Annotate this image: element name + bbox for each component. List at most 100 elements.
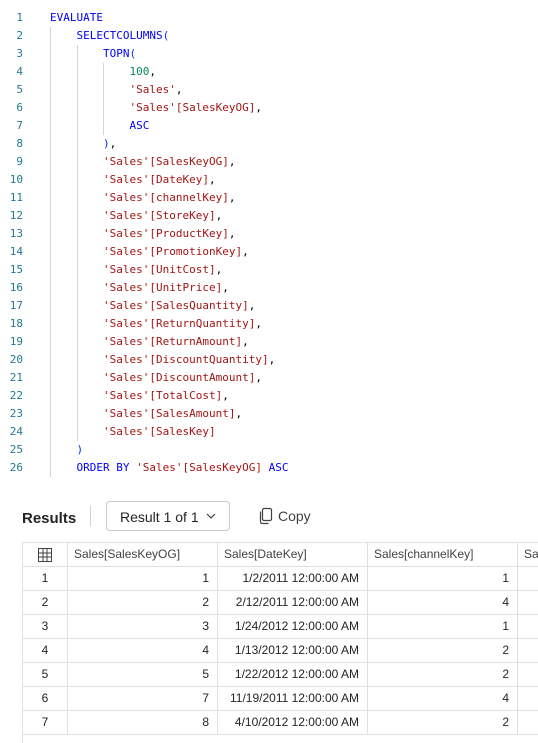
code-line[interactable]: 11 'Sales'[channelKey], [0, 189, 538, 207]
dax-query-editor[interactable]: 1 EVALUATE 2 SELECTCOLUMNS(3 TOPN(4 100, 5 'Sal… [0, 0, 538, 490]
grid-cell[interactable]: 4 [68, 639, 218, 663]
code-line[interactable]: 7 ASC [0, 117, 538, 135]
code-line[interactable]: 21 'Sales'[DiscountAmount], [0, 369, 538, 387]
code-line[interactable]: 20 'Sales'[DiscountQuantity], [0, 351, 538, 369]
line-number: 25 [9, 443, 23, 456]
toolbar-divider [90, 506, 91, 526]
grid-cell[interactable]: 11/19/2011 12:00:00 AM [218, 687, 368, 711]
code-line[interactable]: 2 SELECTCOLUMNS( [0, 27, 538, 45]
grid-cell[interactable]: 1/24/2012 12:00:00 AM [218, 615, 368, 639]
code-line[interactable]: 10 'Sales'[DateKey], [0, 171, 538, 189]
indent-guide [50, 369, 51, 387]
code-line[interactable]: 22 'Sales'[TotalCost], [0, 387, 538, 405]
column-header[interactable]: Sales[channelKey] [368, 543, 518, 567]
code-text: ), [103, 135, 116, 153]
grid-cell[interactable] [518, 687, 538, 711]
code-token: , [248, 299, 256, 312]
code-token: , [228, 227, 236, 240]
grid-cell[interactable]: 1 [68, 567, 218, 591]
code-line[interactable]: 3 TOPN( [0, 45, 538, 63]
code-line[interactable]: 13 'Sales'[ProductKey], [0, 225, 538, 243]
grid-cell[interactable]: 1 [368, 615, 518, 639]
grid-cell[interactable]: 2 [368, 639, 518, 663]
line-number: 8 [16, 137, 23, 150]
indent-guide [103, 63, 104, 81]
row-number-cell[interactable]: 6 [23, 687, 68, 711]
code-token: ASC [129, 119, 150, 132]
grid-cell[interactable]: 7 [68, 687, 218, 711]
indent-guide [50, 99, 51, 117]
grid-cell[interactable] [518, 591, 538, 615]
column-header[interactable]: Sal [518, 543, 538, 567]
code-text: ORDER BY 'Sales'[SalesKeyOG] ASC [77, 459, 289, 477]
indent-guide [50, 441, 51, 459]
code-line[interactable]: 23 'Sales'[SalesAmount], [0, 405, 538, 423]
line-number: 6 [16, 101, 23, 114]
code-line[interactable]: 8), [0, 135, 538, 153]
grid-cell[interactable]: 1 [368, 567, 518, 591]
grid-cell[interactable] [518, 639, 538, 663]
code-token: , [208, 173, 216, 186]
grid-cell[interactable]: 2 [68, 591, 218, 615]
code-line[interactable]: 17 'Sales'[SalesQuantity], [0, 297, 538, 315]
grid-cell[interactable]: 1/13/2012 12:00:00 AM [218, 639, 368, 663]
code-line[interactable]: 24 'Sales'[SalesKey] [0, 423, 538, 441]
copy-button[interactable]: Copy [256, 501, 326, 531]
grid-cell[interactable]: 2/12/2011 12:00:00 AM [218, 591, 368, 615]
code-line[interactable]: 19 'Sales'[ReturnAmount], [0, 333, 538, 351]
indent-guide [50, 315, 51, 333]
code-token: , [215, 263, 223, 276]
select-all-cell[interactable] [23, 543, 68, 567]
code-line[interactable]: 5 'Sales', [0, 81, 538, 99]
results-grid[interactable]: Sales[SalesKeyOG] Sales[DateKey] Sales[c… [22, 542, 538, 743]
code-line[interactable]: 15 'Sales'[UnitCost], [0, 261, 538, 279]
grid-cell[interactable]: 3 [68, 615, 218, 639]
grid-cell[interactable]: 1/22/2012 12:00:00 AM [218, 663, 368, 687]
code-line[interactable]: 25) [0, 441, 538, 459]
row-number-cell[interactable]: 4 [23, 639, 68, 663]
grid-cell[interactable]: 5 [68, 663, 218, 687]
code-line[interactable]: 6 'Sales'[SalesKeyOG], [0, 99, 538, 117]
row-number-cell[interactable]: 5 [23, 663, 68, 687]
grid-cell[interactable] [518, 567, 538, 591]
column-header[interactable]: Sales[SalesKeyOG] [68, 543, 218, 567]
indent-guide [76, 207, 78, 225]
row-number-cell[interactable]: 2 [23, 591, 68, 615]
code-line[interactable]: 26 ORDER BY 'Sales'[SalesKeyOG] ASC [0, 459, 538, 477]
indent-guide [76, 405, 78, 423]
code-token: , [109, 137, 117, 150]
code-line[interactable]: 9 'Sales'[SalesKeyOG], [0, 153, 538, 171]
code-text: 'Sales'[SalesKeyOG], [130, 99, 262, 117]
row-number-cell[interactable]: 3 [23, 615, 68, 639]
grid-cell[interactable]: 8 [68, 711, 218, 735]
grid-cell[interactable]: 1/2/2011 12:00:00 AM [218, 567, 368, 591]
code-line[interactable]: 16 'Sales'[UnitPrice], [0, 279, 538, 297]
grid-cell[interactable] [518, 663, 538, 687]
code-text: 'Sales'[DiscountAmount], [103, 369, 262, 387]
grid-cell[interactable] [518, 615, 538, 639]
grid-cell[interactable]: 4/10/2012 12:00:00 AM [218, 711, 368, 735]
line-number: 18 [9, 317, 23, 330]
code-line[interactable]: 14 'Sales'[PromotionKey], [0, 243, 538, 261]
result-selector-dropdown[interactable]: Result 1 of 1 [106, 501, 230, 531]
code-token: TOPN [103, 47, 130, 60]
copy-label: Copy [278, 508, 311, 524]
grid-cell[interactable]: 4 [368, 687, 518, 711]
code-token: ) [103, 137, 110, 150]
indent-guide [76, 63, 78, 81]
code-line[interactable]: 1 EVALUATE [0, 9, 538, 27]
column-header[interactable]: Sales[DateKey] [218, 543, 368, 567]
code-line[interactable]: 12 'Sales'[StoreKey], [0, 207, 538, 225]
row-number-cell[interactable]: 7 [23, 711, 68, 735]
grid-cell[interactable]: 2 [368, 663, 518, 687]
grid-cell[interactable]: 4 [368, 591, 518, 615]
code-line[interactable]: 4 100, [0, 63, 538, 81]
grid-cell[interactable] [518, 711, 538, 735]
code-line[interactable]: 18 'Sales'[ReturnQuantity], [0, 315, 538, 333]
row-number-cell[interactable]: 1 [23, 567, 68, 591]
grid-cell[interactable]: 2 [368, 711, 518, 735]
code-token: , [228, 191, 236, 204]
indent-guide [76, 261, 78, 279]
line-number: 21 [9, 371, 23, 384]
code-token: , [149, 65, 156, 78]
